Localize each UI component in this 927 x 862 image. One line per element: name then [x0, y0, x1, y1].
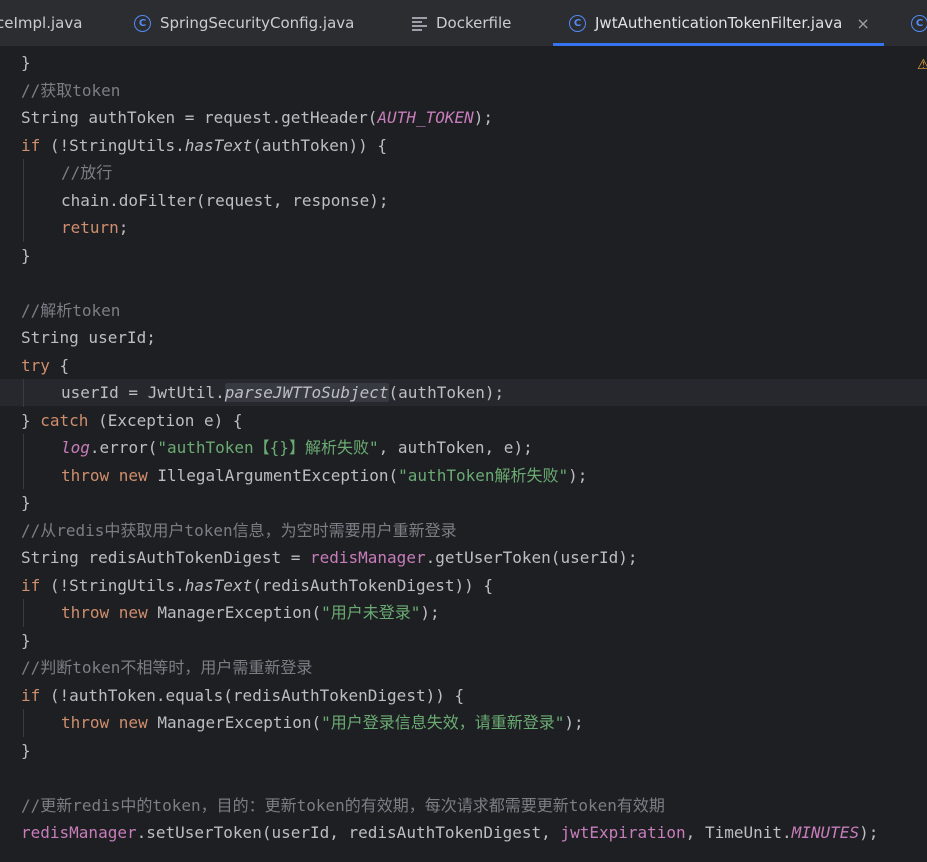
tab-dockerfile[interactable]: Dockerfile: [412, 0, 511, 46]
code-token: try: [21, 355, 50, 375]
indent-guide: [23, 599, 24, 627]
code-token: "authToken【{}】解析失败": [157, 438, 379, 457]
code-token: if: [21, 685, 41, 705]
code-token: (!authToken.equals(redisAuthTokenDigest)…: [40, 685, 465, 705]
code-token: userId = JwtUtil.: [61, 383, 225, 402]
code-token: catch: [40, 410, 89, 430]
code-token: log: [61, 438, 90, 457]
code-token: IllegalArgumentException(: [147, 465, 399, 485]
code-token: ;: [118, 218, 129, 237]
editor-tab-bar: ceImpl.java C SpringSecurityConfig.java …: [0, 0, 927, 47]
code-token: .setUserToken(userId, redisAuthTokenDige…: [136, 823, 561, 842]
code-token: , TimeUnit.: [685, 823, 792, 842]
code-token: AUTH_TOKEN: [377, 108, 474, 127]
code-token: parseJWTToSubject: [224, 383, 389, 402]
code-token: (Exception e) {: [88, 410, 243, 430]
code-token: //更新redis中的token，目的：更新token的有效期，每次请求都需要更…: [21, 795, 665, 815]
indent-guide: [23, 159, 24, 242]
code-token: (redisAuthTokenDigest)) {: [252, 575, 494, 595]
tab-jwt-authentication-token-filter[interactable]: C JwtAuthenticationTokenFilter.java ×: [553, 0, 884, 46]
code-token: throw new: [61, 465, 148, 485]
code-token: if: [21, 135, 41, 155]
code-token: redisManager: [309, 548, 426, 567]
code-token: throw new: [61, 603, 148, 622]
code-token: "用户未登录": [321, 603, 421, 622]
code-token: }: [21, 740, 31, 760]
java-class-icon: C: [569, 14, 586, 32]
tab-label: ceImpl.java: [0, 14, 83, 32]
tab-next-overflow[interactable]: C: [911, 0, 927, 46]
tab-service-impl[interactable]: ceImpl.java: [0, 0, 82, 46]
code-token: jwtExpiration: [560, 823, 686, 842]
code-token: .error(: [89, 438, 158, 457]
code-token: String authToken = request.getHeader(: [21, 108, 378, 127]
code-token: //从redis中获取用户token信息，为空时需要用户重新登录: [21, 520, 457, 540]
code-token: );: [859, 823, 879, 842]
code-token: //获取token: [21, 80, 121, 100]
code-token: (!StringUtils.: [40, 135, 185, 155]
code-token: (!StringUtils.: [40, 575, 185, 595]
code-token: }: [21, 630, 31, 650]
code-token: (authToken)) {: [252, 135, 388, 155]
code-token: MINUTES: [791, 823, 860, 842]
tab-label: JwtAuthenticationTokenFilter.java: [595, 14, 843, 32]
code-token: hasText: [184, 575, 253, 595]
code-token: .getUserToken(userId);: [425, 548, 638, 567]
warning-icon[interactable]: ⚠: [917, 57, 927, 71]
code-token: redisManager: [21, 823, 137, 842]
code-token: if: [21, 575, 41, 595]
java-class-icon: C: [134, 14, 151, 32]
code-token: "authToken解析失败": [398, 465, 569, 485]
code-token: }: [21, 493, 31, 512]
indent-guide: [23, 379, 24, 407]
code-token: //判断token不相等时，用户需重新登录: [21, 658, 313, 677]
code-token: );: [568, 465, 588, 485]
tab-spring-security-config[interactable]: C SpringSecurityConfig.java: [134, 0, 354, 46]
code-token: ManagerException(: [147, 603, 322, 622]
code-token: throw new: [61, 713, 148, 732]
code-token: String userId;: [21, 328, 156, 347]
tab-label: SpringSecurityConfig.java: [160, 14, 355, 32]
code-token: );: [473, 108, 494, 127]
code-token: hasText: [184, 135, 253, 155]
code-token: );: [420, 603, 440, 622]
tab-label: Dockerfile: [436, 14, 512, 32]
close-tab-icon[interactable]: ×: [856, 14, 869, 33]
code-token: );: [564, 713, 584, 732]
java-class-icon: C: [911, 14, 927, 32]
code-line-current[interactable]: userId = JwtUtil.parseJWTToSubject(authT…: [0, 379, 927, 406]
code-token: return: [61, 218, 119, 237]
code-editor[interactable]: ⚠ } //获取token String authToken = request.g…: [0, 47, 927, 862]
code-token: (authToken);: [388, 383, 505, 402]
code-token: {: [49, 355, 70, 375]
code-token: String redisAuthTokenDigest =: [21, 548, 310, 567]
code-token: , authToken, e);: [378, 438, 533, 457]
code-token: }: [21, 245, 31, 265]
code-token: //解析token: [21, 300, 121, 320]
indent-guide: [23, 434, 24, 489]
code-token: }: [21, 410, 41, 430]
text-file-icon: [412, 16, 427, 31]
code-token: chain.doFilter(request, response);: [61, 190, 389, 210]
code-token: ManagerException(: [147, 713, 322, 732]
code-token: //放行: [61, 163, 113, 182]
code-token: }: [21, 53, 31, 72]
code-token: "用户登录信息失效，请重新登录": [321, 713, 565, 732]
indent-guide: [23, 709, 24, 737]
